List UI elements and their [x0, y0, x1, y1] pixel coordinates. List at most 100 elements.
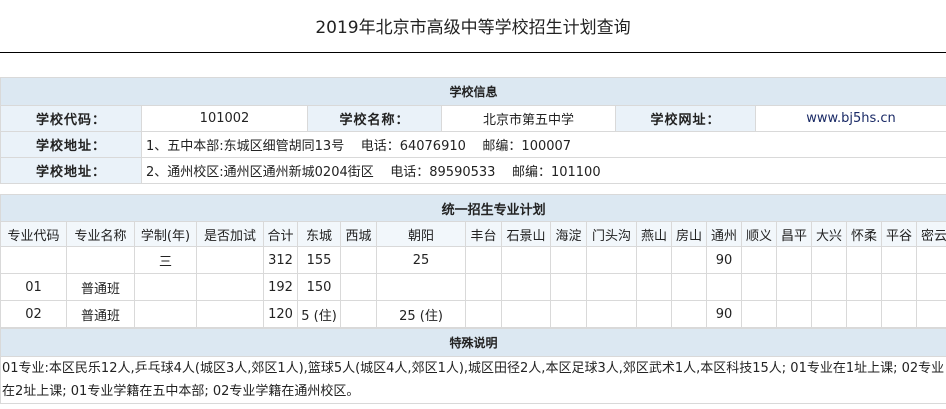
plan-cell: [550, 273, 587, 301]
plan-column-header: 房山: [671, 221, 707, 247]
school-info-table: 学校信息 学校代码： 101002 学校名称： 北京市第五中学 学校网址： ww…: [0, 77, 946, 184]
plan-cell: [881, 246, 917, 274]
plan-column-header: 燕山: [636, 221, 672, 247]
plan-cell: 90: [706, 300, 742, 328]
title-divider: [0, 52, 946, 53]
school-website-link[interactable]: www.bj5hs.cn: [754, 105, 946, 132]
school-code-value: 101002: [141, 105, 308, 132]
plan-cell: 192: [263, 273, 298, 301]
plan-cell: [636, 300, 672, 328]
plan-column-header: 门头沟: [586, 221, 637, 247]
plan-cell: [916, 273, 946, 301]
plan-cell: [846, 246, 882, 274]
plan-cell: 普通班: [66, 300, 135, 328]
plan-column-header: 学制(年): [134, 221, 197, 247]
school-address1-value: 1、五中本部:东城区细管胡同13号 电话：64076910 邮编：100007: [140, 131, 946, 158]
plan-cell: [776, 246, 812, 274]
notes-section-title: 特殊说明: [0, 328, 946, 357]
plan-cell: 25: [376, 246, 466, 274]
plan-cell: [671, 300, 707, 328]
page-title: 2019年北京市高级中等学校招生计划查询: [315, 18, 631, 38]
plan-cell: [811, 246, 847, 274]
plan-cell: 155: [297, 246, 341, 274]
plan-cell: [916, 300, 946, 328]
plan-section-title: 统一招生专业计划: [0, 194, 946, 222]
plan-column-header: 合计: [263, 221, 298, 247]
plan-cell: 普通班: [66, 273, 135, 301]
plan-cell: [586, 273, 637, 301]
plan-cell: [586, 246, 637, 274]
plan-row: 02 普通班 120 5 (住) 25 (住) 90: [0, 300, 946, 328]
plan-cell: [881, 300, 917, 328]
plan-cell: [881, 273, 917, 301]
plan-cell: [134, 273, 197, 301]
plan-column-header: 是否加试: [196, 221, 264, 247]
plan-column-header: 怀柔: [846, 221, 882, 247]
school-info-section-title: 学校信息: [0, 77, 946, 106]
plan-cell: [741, 300, 777, 328]
plan-cell: [776, 273, 812, 301]
plan-cell: [846, 300, 882, 328]
plan-cell: [465, 300, 502, 328]
plan-cell: [706, 273, 742, 301]
school-address2-value: 2、通州校区:通州区通州新城0204街区 电话：89590533 邮编：1011…: [140, 157, 946, 184]
plan-cell: [636, 246, 672, 274]
plan-cell: [811, 273, 847, 301]
plan-row: 01 普通班 192 150: [0, 273, 946, 301]
plan-cell: [916, 246, 946, 274]
plan-cell: 312: [263, 246, 298, 274]
plan-column-header: 昌平: [776, 221, 812, 247]
plan-column-header: 丰台: [465, 221, 502, 247]
plan-cell: [340, 273, 377, 301]
plan-column-header: 密云: [916, 221, 946, 247]
plan-cell: 01: [0, 273, 67, 301]
plan-row: 三 312 155 25 90: [0, 246, 946, 274]
plan-cell: [501, 300, 551, 328]
plan-column-header: 东城: [297, 221, 341, 247]
plan-cell: 90: [706, 246, 742, 274]
plan-cell: 5 (住): [297, 300, 341, 328]
school-address1-label: 学校地址：: [0, 131, 142, 158]
plan-column-header: 专业代码: [0, 221, 67, 247]
plan-cell: [0, 246, 67, 274]
plan-column-header: 大兴: [811, 221, 847, 247]
special-notes-table: 特殊说明 01专业:本区民乐12人,乒乓球4人(城区3人,郊区1人),篮球5人(…: [0, 328, 946, 404]
plan-cell: [376, 273, 466, 301]
plan-cell: [636, 273, 672, 301]
school-name-label: 学校名称：: [307, 105, 442, 132]
plan-cell: [550, 246, 587, 274]
plan-cell: [671, 273, 707, 301]
school-code-label: 学校代码：: [0, 105, 142, 132]
plan-cell: [66, 246, 135, 274]
plan-cell: [340, 300, 377, 328]
plan-cell: [741, 273, 777, 301]
plan-cell: [501, 246, 551, 274]
plan-cell: 150: [297, 273, 341, 301]
plan-cell: [340, 246, 377, 274]
enrollment-plan-table: 统一招生专业计划 专业代码 专业名称 学制(年) 是否加试 合计 东城 西城 朝阳 丰台 石景山海…: [0, 194, 946, 328]
plan-cell: [811, 300, 847, 328]
plan-cell: [465, 246, 502, 274]
plan-cell: 三: [134, 246, 197, 274]
plan-column-header: 海淀: [550, 221, 587, 247]
plan-cell: [586, 300, 637, 328]
plan-cell: [134, 300, 197, 328]
plan-column-header: 顺义: [741, 221, 777, 247]
plan-cell: [501, 273, 551, 301]
plan-cell: 120: [263, 300, 298, 328]
plan-cell: [846, 273, 882, 301]
plan-cell: [550, 300, 587, 328]
plan-column-header: 通州: [706, 221, 742, 247]
school-name-value: 北京市第五中学: [441, 105, 616, 132]
plan-cell: [196, 300, 264, 328]
plan-column-header: 西城: [340, 221, 377, 247]
notes-text: 01专业:本区民乐12人,乒乓球4人(城区3人,郊区1人),篮球5人(城区4人,…: [0, 356, 946, 404]
plan-column-header: 石景山: [501, 221, 551, 247]
school-address2-label: 学校地址：: [0, 157, 142, 184]
plan-cell: [465, 273, 502, 301]
plan-column-header: 平谷: [881, 221, 917, 247]
plan-cell: 02: [0, 300, 67, 328]
plan-cell: 25 (住): [376, 300, 466, 328]
plan-cell: [196, 246, 264, 274]
plan-cell: [741, 246, 777, 274]
